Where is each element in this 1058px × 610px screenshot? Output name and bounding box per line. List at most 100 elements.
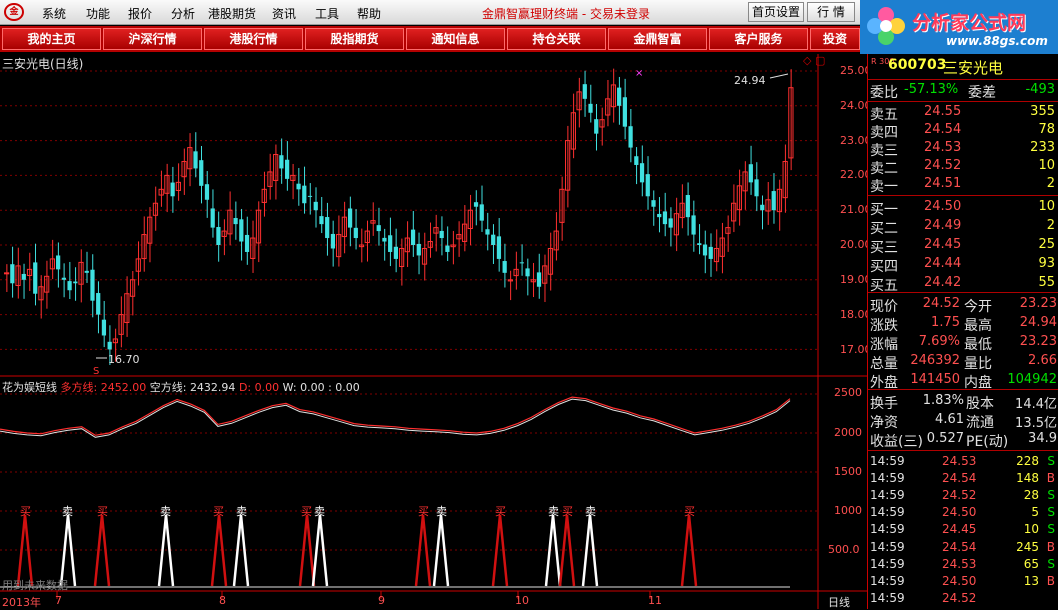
tick-row: 14:59 24.53 65 S — [870, 556, 1055, 571]
s-marker: S — [93, 366, 100, 377]
nav-customer-service[interactable]: 客户服务 — [709, 28, 808, 50]
candle-body — [760, 204, 765, 211]
home-settings-button[interactable]: 首页设置 — [748, 2, 804, 22]
period-label[interactable]: 日线 — [828, 594, 850, 610]
future-data-note: 用到未来数据 — [2, 579, 68, 592]
menu-news[interactable]: 资讯 — [272, 5, 296, 22]
sell-signal-label: 卖 — [548, 505, 559, 518]
nav-jinding-wealth[interactable]: 金鼎智富 — [608, 28, 707, 50]
ind-tick: 500.0 — [828, 543, 860, 556]
buy-signal — [414, 514, 432, 587]
tick-row: 14:59 24.54 245 B — [870, 539, 1055, 554]
candle-body — [353, 227, 358, 239]
buy-signal-label: 买 — [20, 505, 31, 518]
d-label: D: — [238, 381, 252, 394]
ask-row[interactable]: 卖四 24.54 78 — [868, 122, 1058, 141]
menu-analysis[interactable]: 分析 — [171, 5, 195, 22]
tick-row: 14:59 24.45 10 S — [870, 522, 1055, 537]
bid-row[interactable]: 买二 24.49 2 — [868, 218, 1058, 237]
candle-body — [639, 163, 645, 183]
bid-row[interactable]: 买三 24.45 25 — [868, 237, 1058, 256]
candlesticks: × — [4, 68, 794, 365]
ask-row[interactable]: 卖一 24.51 2 — [868, 176, 1058, 195]
w-label: W: — [282, 381, 297, 394]
window-toggle-icon[interactable]: ◇ ▢ — [803, 54, 825, 67]
stat-row: 外盘 141450 内盘 104942 — [870, 372, 1057, 391]
bid-row[interactable]: 买四 24.44 93 — [868, 256, 1058, 275]
candle-body — [393, 246, 398, 259]
sell-signal — [59, 514, 77, 587]
nav-notices[interactable]: 通知信息 — [406, 28, 505, 50]
nav-my-home[interactable]: 我的主页 — [2, 28, 101, 50]
extra-value: : 0.00 — [328, 381, 360, 394]
candle-body — [296, 183, 301, 190]
kline-chart[interactable]: × — [0, 54, 867, 609]
ind-tick: 1000 — [834, 504, 862, 517]
ask-row[interactable]: 卖二 24.52 10 — [868, 158, 1058, 177]
candle-body — [279, 155, 284, 169]
candle-body — [319, 216, 324, 225]
fund-row: 收益(三) 0.527 PE(动) 34.9 — [870, 431, 1057, 450]
menu-quote[interactable]: 报价 — [128, 5, 152, 22]
candle-body — [330, 233, 336, 249]
ind-tick: 2000 — [834, 426, 862, 439]
menu-tools[interactable]: 工具 — [315, 5, 339, 22]
bid-row[interactable]: 买五 24.42 55 — [868, 275, 1058, 294]
indicator-lines — [0, 396, 791, 438]
candle-body — [101, 319, 107, 336]
tick-row: 14:59 24.50 13 B — [870, 573, 1055, 588]
candle-body — [239, 219, 244, 242]
candle-body — [588, 103, 593, 113]
candle-body — [628, 126, 633, 148]
menu-hk-futures[interactable]: 港股期货 — [208, 5, 256, 22]
x-label: 2013年 — [2, 596, 41, 609]
nav-positions[interactable]: 持仓关联 — [507, 28, 606, 50]
chart-area[interactable]: × 三安光电(日线) 24.94 16.70 S ◇ ▢ 25.00 24.00… — [0, 54, 872, 610]
nav-invest[interactable]: 投资 — [810, 28, 860, 50]
brand-url[interactable]: www.88gs.com — [946, 34, 1048, 48]
brand-title: 分析家公式网 — [912, 12, 1027, 34]
nav-shsz-quotes[interactable]: 沪深行情 — [103, 28, 202, 50]
candle-body — [617, 87, 622, 106]
quote-button[interactable]: 行 情 — [807, 2, 855, 22]
candle-body — [10, 264, 15, 284]
tick-row: 14:59 24.54 148 B — [870, 471, 1055, 486]
candle-body — [697, 243, 702, 245]
x-label: 11 — [648, 594, 662, 607]
nav-hk-quotes[interactable]: 港股行情 — [204, 28, 303, 50]
low-label: 16.70 — [108, 353, 140, 366]
stat-row: 涨幅 7.69% 最低 23.23 — [870, 334, 1057, 353]
tick-row: 14:59 24.52 — [870, 590, 977, 605]
menu-function[interactable]: 功能 — [86, 5, 110, 22]
candle-body — [485, 229, 490, 235]
candle-body — [491, 234, 496, 245]
menu-help[interactable]: 帮助 — [357, 5, 381, 22]
signal-triangles — [0, 514, 790, 588]
menu-system[interactable]: 系统 — [42, 5, 66, 22]
candle-body — [473, 202, 479, 207]
long-line — [0, 396, 791, 436]
nav-index-futures[interactable]: 股指期货 — [305, 28, 404, 50]
candle-body — [410, 229, 416, 245]
ask-row[interactable]: 卖三 24.53 233 — [868, 140, 1058, 159]
candle-body — [107, 341, 112, 350]
candle-body — [439, 230, 444, 239]
cross-marker: × — [635, 68, 643, 79]
long-line-value: 2452.00 — [100, 381, 147, 394]
bid-row[interactable]: 买一 24.50 10 — [868, 199, 1058, 218]
candle-body — [244, 234, 250, 252]
indicator-header: 花为娱短线 多方线: 2452.00 空方线: 2432.94 D: 0.00 … — [2, 379, 360, 395]
candle-body — [388, 235, 393, 252]
candle-body — [634, 156, 639, 165]
candle-body — [313, 201, 318, 211]
flower-logo-icon — [867, 7, 905, 45]
sell-signal-label: 卖 — [160, 505, 171, 518]
ask-row[interactable]: 卖五 24.55 355 — [868, 104, 1058, 123]
candle-body — [33, 262, 38, 294]
candle-body — [96, 293, 101, 315]
fund-row: 净资 4.61 流通 13.5亿 — [870, 412, 1057, 431]
candle-body — [651, 200, 656, 207]
sell-signal-label: 卖 — [314, 505, 325, 518]
tick-row: 14:59 24.52 28 S — [870, 488, 1055, 503]
candle-body — [325, 217, 330, 239]
